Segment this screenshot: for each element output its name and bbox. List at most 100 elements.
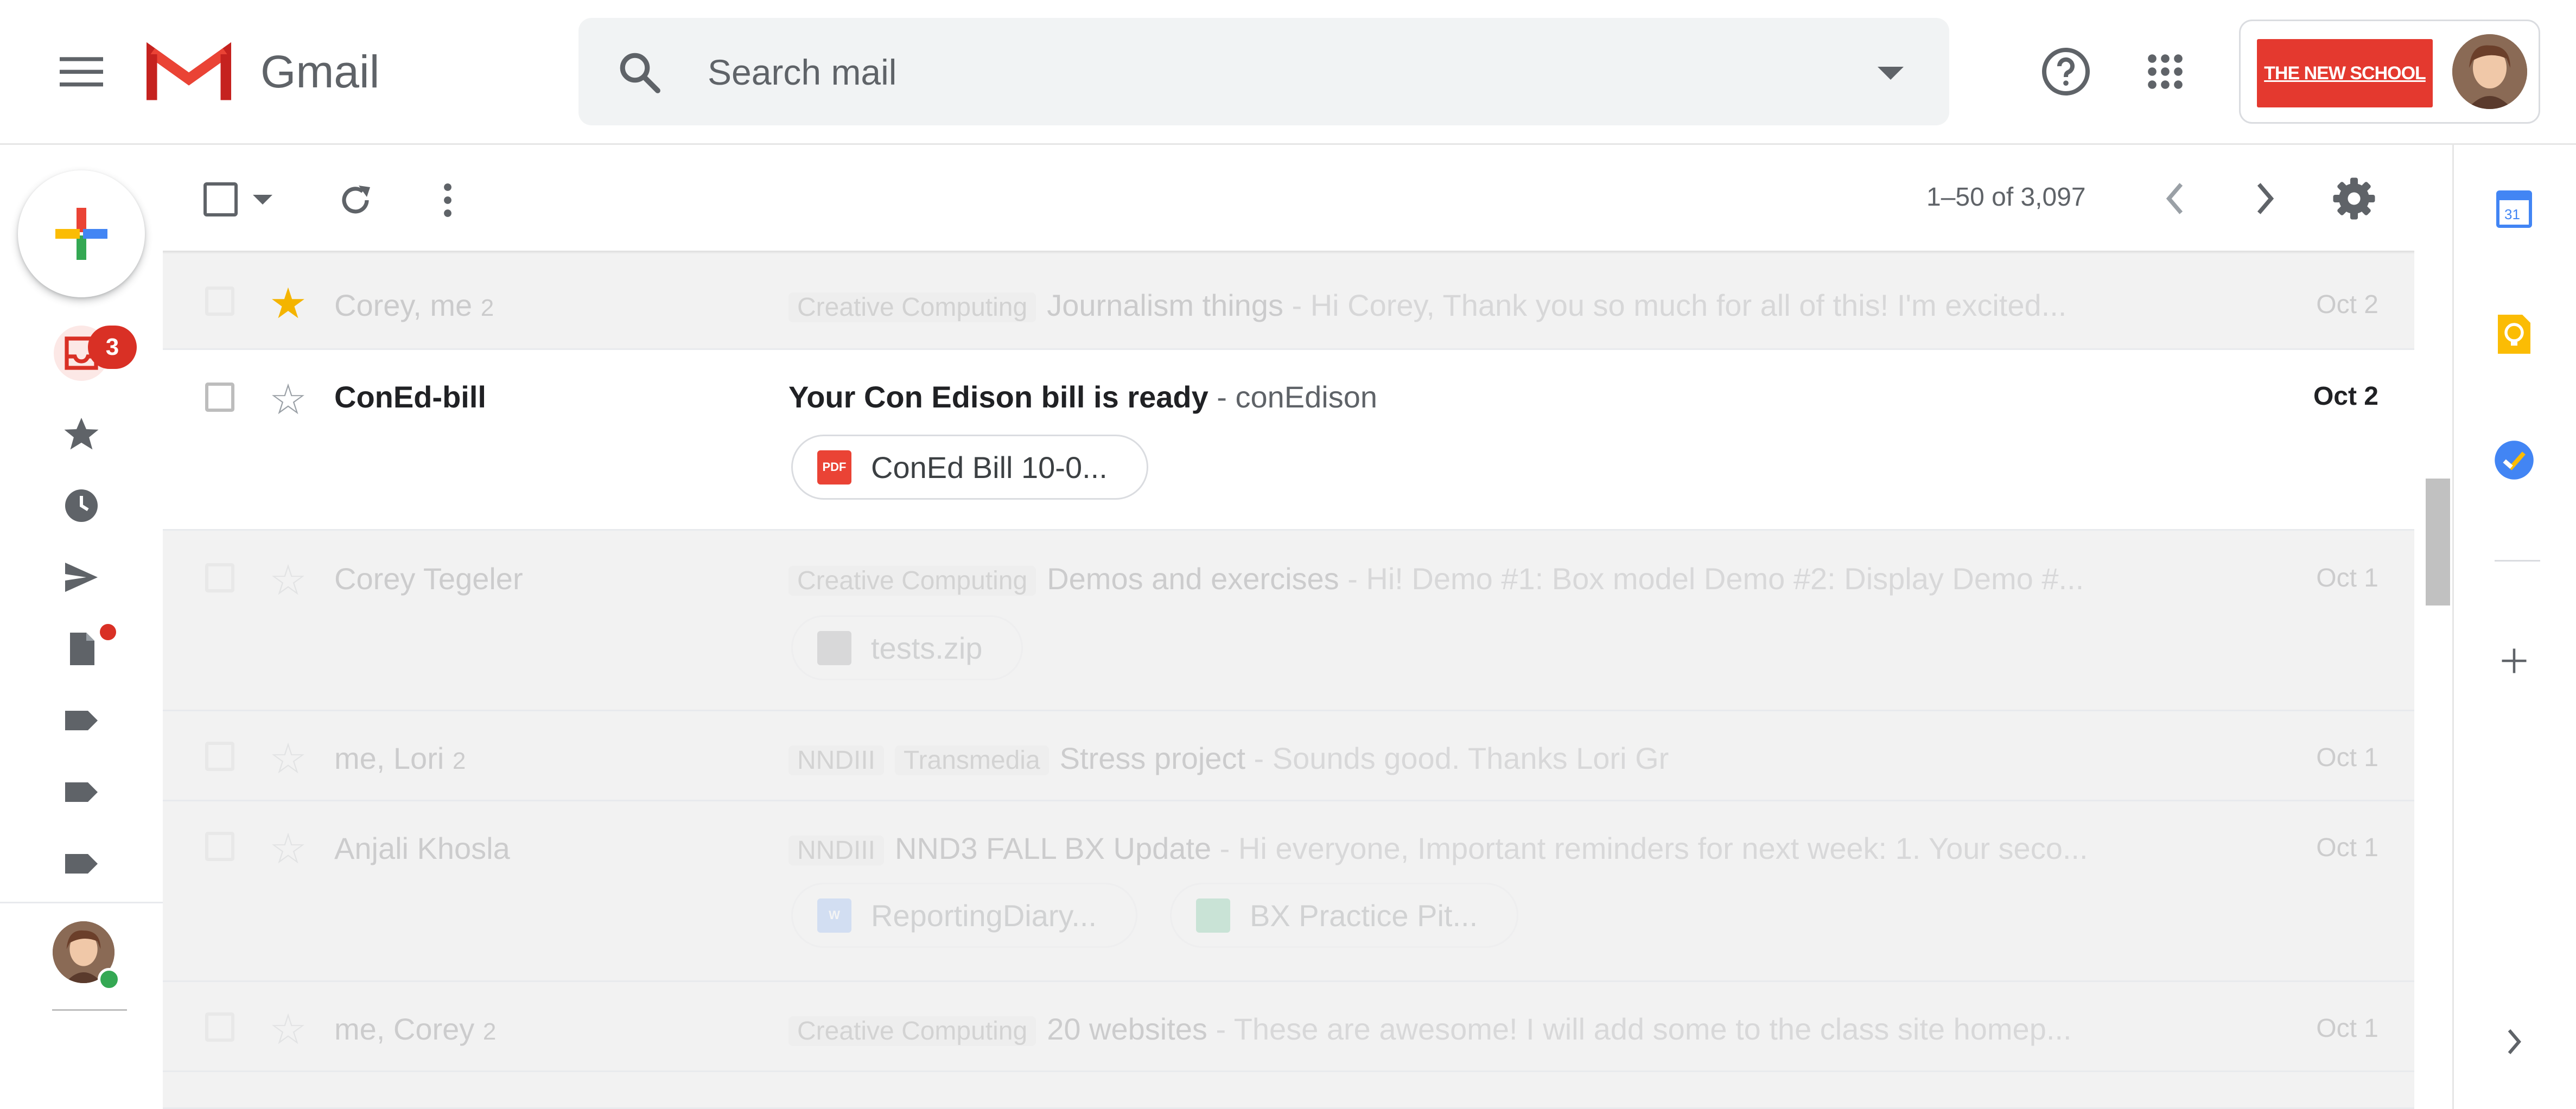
email-row[interactable] (163, 1072, 2414, 1109)
nav-snoozed[interactable] (59, 483, 104, 528)
organization-logo: THE NEW SCHOOL (2257, 39, 2433, 107)
settings-button[interactable] (2328, 173, 2380, 225)
email-date: Oct 1 (2316, 833, 2378, 862)
get-addons-button[interactable] (2491, 638, 2537, 684)
hamburger-menu-icon (60, 57, 103, 87)
email-row[interactable]: ★ Corey, me 2 Creative Computing Journali… (163, 254, 2414, 350)
search-bar[interactable] (578, 18, 1949, 126)
tasks-check-icon (2495, 441, 2534, 480)
search-button[interactable] (614, 47, 663, 96)
star-icon[interactable]: ☆ (269, 1008, 307, 1050)
nav-label-1[interactable] (59, 698, 104, 743)
email-label-chip[interactable]: NNDIII (788, 836, 884, 865)
attachment-name: ConEd Bill 10-0... (871, 450, 1108, 485)
email-subject-line: Your Con Edison bill is ready - conEdiso… (788, 379, 2319, 415)
list-scrollbar-thumb[interactable] (2426, 479, 2450, 606)
keep-app-button[interactable] (2488, 308, 2540, 360)
apps-grid-icon (2148, 54, 2183, 89)
select-all-checkbox[interactable] (203, 182, 238, 216)
support-button[interactable] (2033, 39, 2098, 104)
nav-sent[interactable] (59, 554, 104, 600)
inbox-unread-badge: 3 (88, 326, 137, 369)
email-row[interactable]: ☆ me, Lori 2 NNDIII Transmedia Stress proj… (163, 711, 2414, 801)
email-select-checkbox[interactable] (205, 563, 234, 592)
search-options-button[interactable] (1868, 50, 1913, 96)
star-icon[interactable]: ☆ (269, 827, 307, 870)
nav-starred[interactable] (59, 411, 104, 457)
email-sender: Corey, me 2 (334, 288, 494, 322)
star-icon[interactable]: ☆ (269, 378, 307, 420)
mail-toolbar (163, 143, 2452, 251)
main-menu-button[interactable] (49, 39, 114, 104)
star-icon (64, 418, 99, 450)
more-actions-button[interactable] (423, 176, 472, 225)
expand-side-panel-button[interactable] (2495, 1022, 2534, 1061)
chevron-left-icon (2166, 183, 2183, 214)
attachment-name: ReportingDiary... (871, 898, 1097, 933)
email-select-checkbox[interactable] (205, 383, 234, 412)
gmail-m-icon (147, 42, 231, 100)
email-subject-line: Creative Computing Demos and exercises - … (788, 561, 2319, 596)
star-icon[interactable]: ☆ (269, 737, 307, 780)
email-date: Oct 2 (2316, 290, 2378, 319)
refresh-icon (342, 186, 370, 214)
refresh-button[interactable] (331, 176, 380, 225)
account-switcher[interactable]: THE NEW SCHOOL (2239, 20, 2540, 124)
email-label-chip[interactable]: Transmedia (895, 745, 1049, 775)
email-date: Oct 1 (2316, 564, 2378, 592)
star-icon[interactable]: ☆ (269, 559, 307, 601)
email-snippet: - conEdison (1208, 380, 1378, 414)
email-subject-line: Creative Computing 20 websites - These ar… (788, 1011, 2319, 1047)
email-subject: Journalism things (1047, 288, 1283, 322)
newer-page-button[interactable] (2152, 176, 2198, 221)
compose-button[interactable] (18, 170, 145, 297)
email-select-checkbox[interactable] (205, 742, 234, 771)
email-sender: Corey Tegeler (334, 562, 523, 596)
gmail-logo[interactable]: Gmail (147, 36, 379, 107)
email-row[interactable]: ☆ me, Corey 2 Creative Computing 20 websi… (163, 982, 2414, 1072)
attachment-name: tests.zip (871, 630, 983, 665)
attachment-chip[interactable]: BX Practice Pit... (1170, 883, 1519, 948)
email-label-chip[interactable]: Creative Computing (788, 1016, 1036, 1046)
attachment-chip[interactable]: PDF ConEd Bill 10-0... (791, 435, 1148, 500)
calendar-app-button[interactable]: 31 (2488, 182, 2540, 234)
chevron-right-icon (2257, 183, 2274, 214)
starred-star-icon[interactable]: ★ (269, 282, 307, 324)
email-label-chip[interactable]: Creative Computing (788, 292, 1036, 322)
drafts-indicator-dot (100, 624, 116, 640)
label-icon (65, 854, 98, 874)
tasks-app-button[interactable] (2488, 434, 2540, 486)
send-icon (65, 563, 98, 592)
email-select-checkbox[interactable] (205, 1012, 234, 1042)
thread-count: 2 (480, 295, 494, 321)
email-label-chip[interactable]: Creative Computing (788, 566, 1036, 596)
attachment-chip[interactable]: W ReportingDiary... (791, 883, 1138, 948)
email-select-checkbox[interactable] (205, 832, 234, 861)
email-label-chip[interactable]: NNDIII (788, 745, 884, 775)
google-apps-button[interactable] (2133, 39, 2198, 104)
search-input[interactable] (707, 18, 1740, 126)
nav-drafts[interactable] (59, 626, 104, 672)
pagination-count: 1–50 of 3,097 (1926, 183, 2086, 212)
email-row[interactable]: ☆ ConEd-bill Your Con Edison bill is rea… (163, 350, 2414, 531)
email-subject: Stress project (1059, 741, 1245, 775)
dropdown-arrow-icon (253, 195, 272, 205)
more-vert-icon (444, 183, 451, 217)
email-select-checkbox[interactable] (205, 286, 234, 316)
organization-logo-text: THE NEW SCHOOL (2264, 62, 2426, 84)
nav-label-2[interactable] (59, 769, 104, 815)
account-avatar[interactable] (2452, 34, 2527, 109)
email-date: Oct 1 (2316, 743, 2378, 772)
select-options-dropdown[interactable] (250, 189, 276, 211)
draft-file-icon (70, 633, 94, 665)
label-icon (65, 782, 98, 802)
chevron-right-icon (2508, 1029, 2521, 1054)
older-page-button[interactable] (2242, 176, 2288, 221)
email-row[interactable]: ☆ Anjali Khosla NNDIII NND3 FALL BX Updat… (163, 801, 2414, 982)
hangouts-divider (52, 1009, 127, 1011)
attachment-chip[interactable]: tests.zip (791, 615, 1023, 680)
email-row[interactable]: ☆ Corey Tegeler Creative Computing Demos … (163, 531, 2414, 711)
email-subject: 20 websites (1047, 1012, 1207, 1046)
nav-label-3[interactable] (59, 841, 104, 887)
email-date: Oct 1 (2316, 1014, 2378, 1043)
